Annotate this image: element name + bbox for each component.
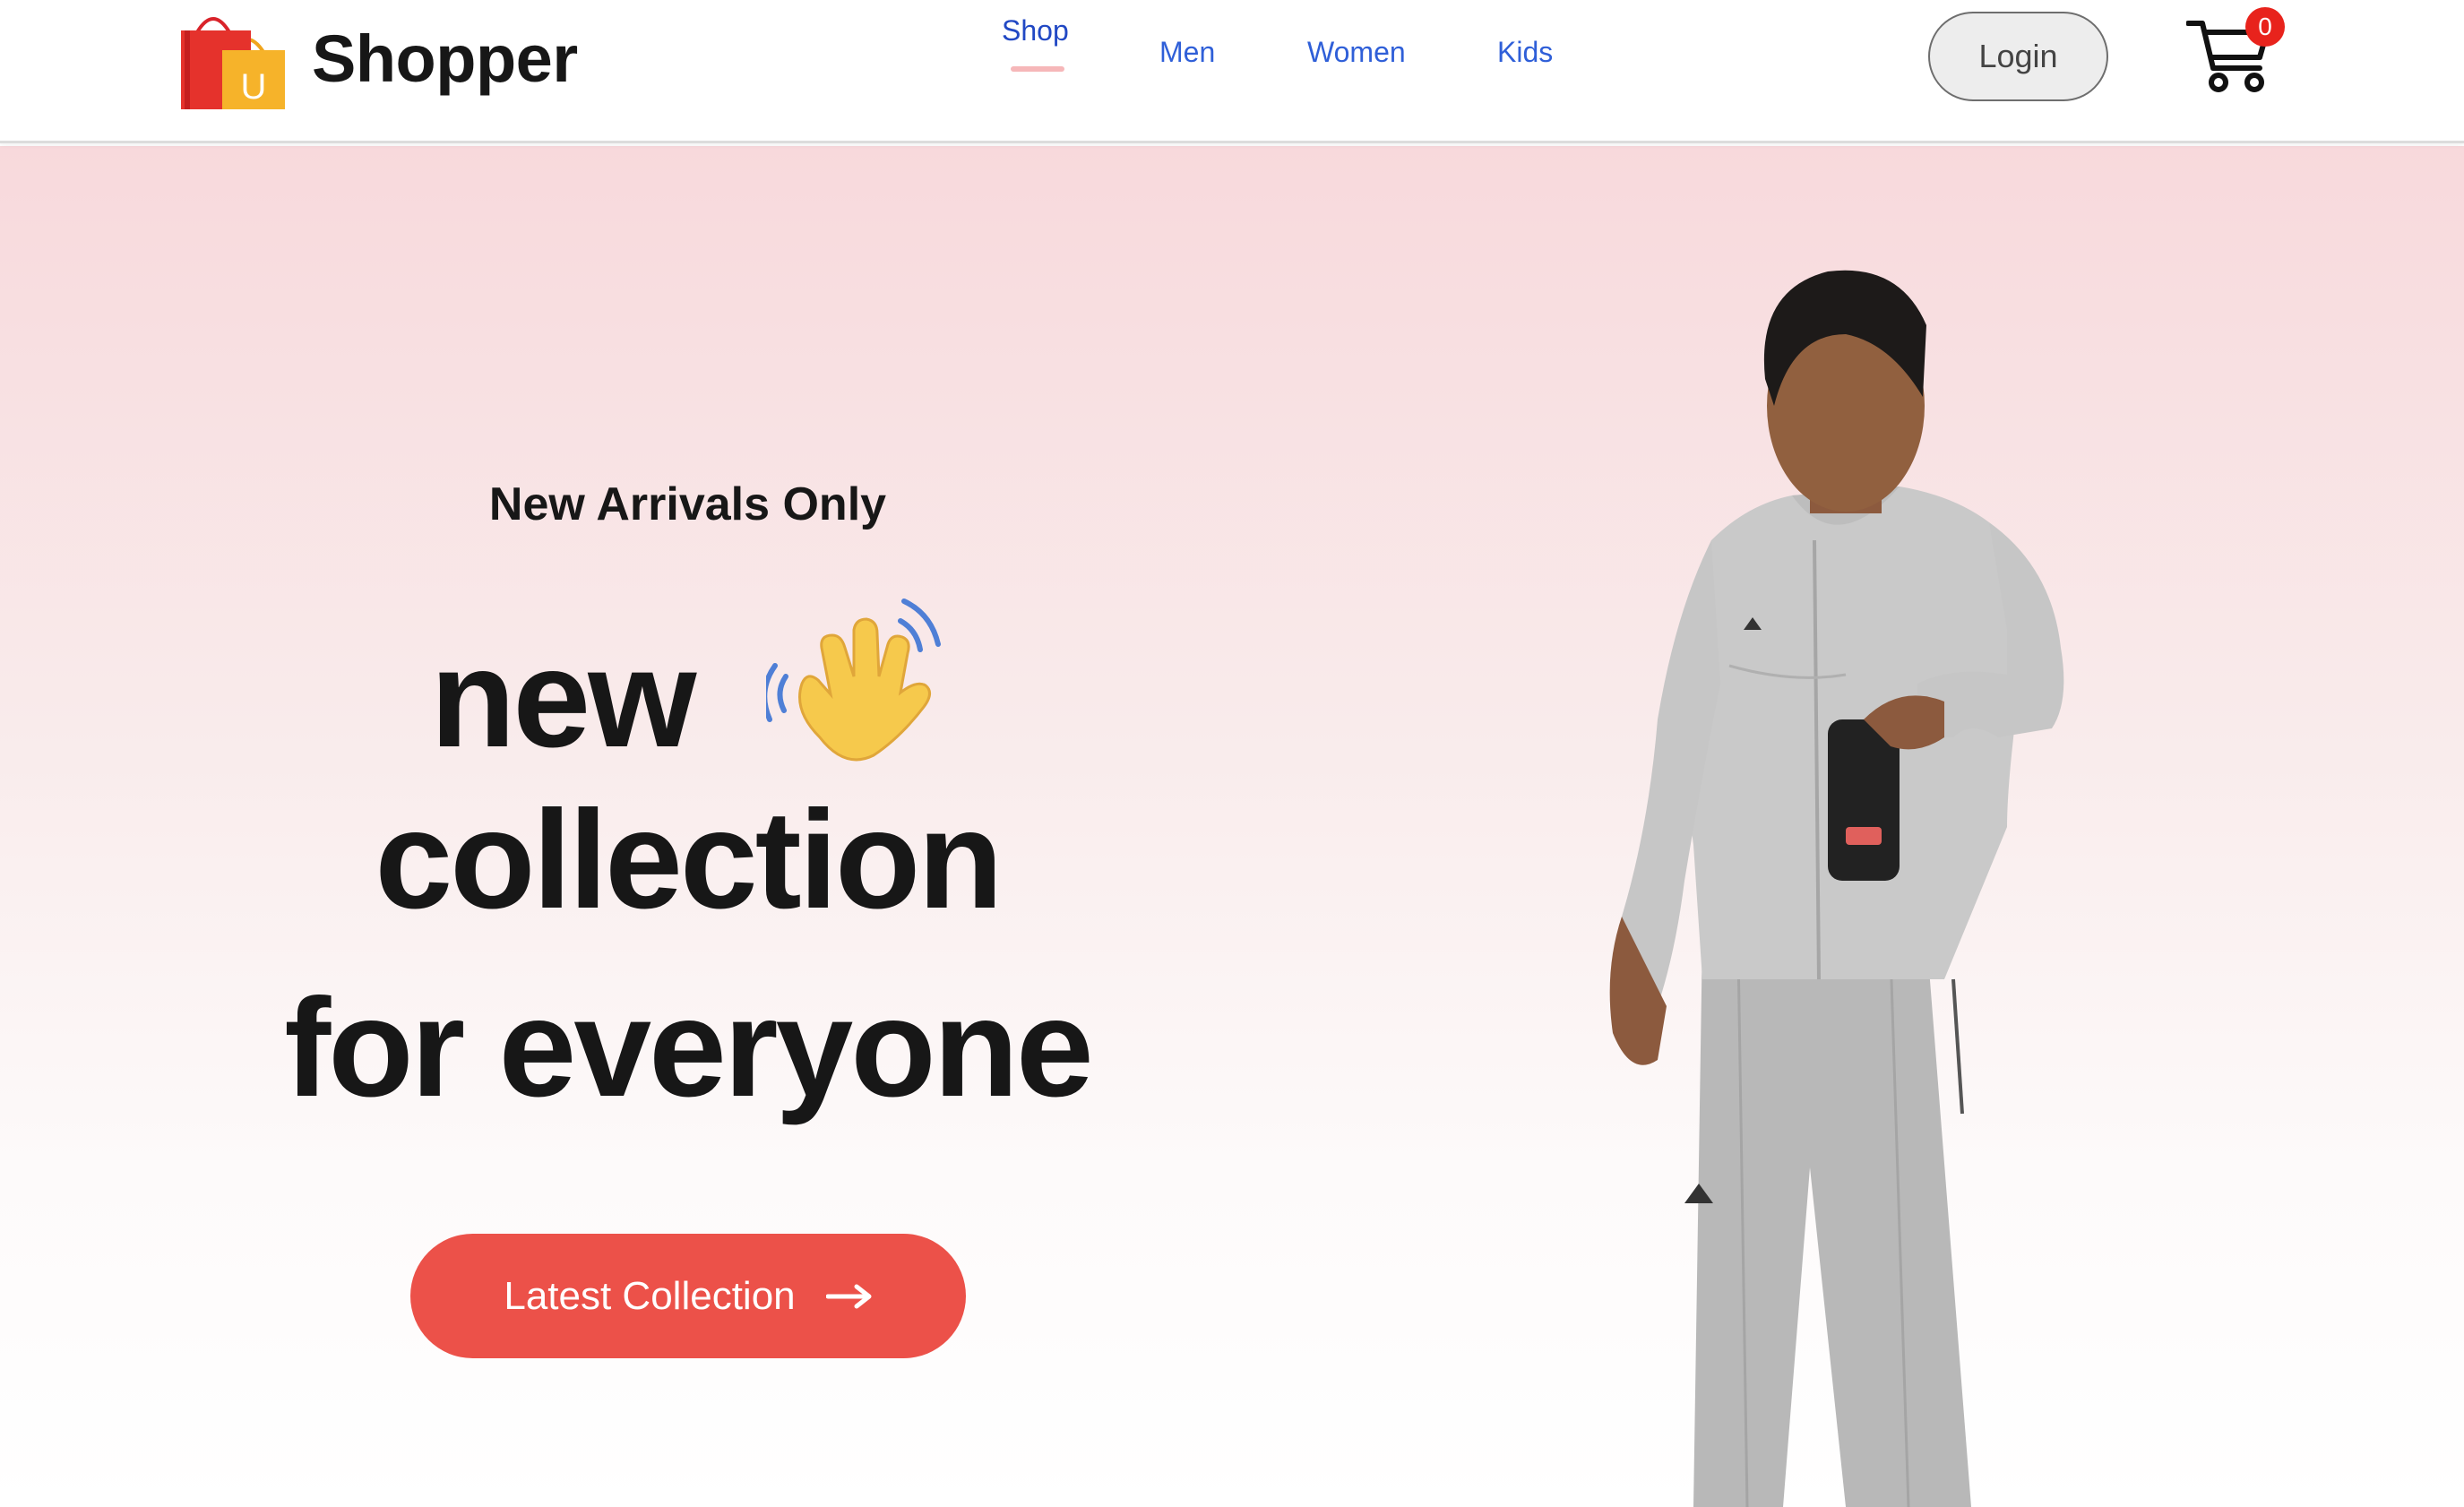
hero-subtitle: New Arrivals Only — [488, 478, 887, 530]
hero-line-1-text: new — [430, 621, 696, 777]
hero-section: New Arrivals Only new collection for eve… — [0, 146, 2464, 1507]
nav-item-men[interactable]: Men — [1159, 36, 1215, 69]
hero-line-2: collection — [375, 782, 1003, 938]
brand-name: Shopper — [312, 21, 578, 96]
svg-text:U: U — [241, 67, 267, 107]
waving-hand-icon — [765, 598, 941, 762]
hero-line-3: for everyone — [284, 970, 1093, 1126]
hero-text: New Arrivals Only new collection for eve… — [0, 146, 1380, 1507]
brand-logo[interactable]: U Shopper — [177, 5, 578, 111]
nav-item-label: Women — [1307, 36, 1406, 68]
cart-count-badge: 0 — [2245, 7, 2285, 47]
shopping-bag-icon: U — [181, 17, 285, 109]
nav-item-label: Men — [1159, 36, 1216, 68]
active-underline — [1011, 66, 1064, 72]
navbar: U Shopper Shop Men Women Kids Login 0 — [0, 0, 2464, 143]
arrow-right-icon — [825, 1284, 872, 1308]
nav-item-label: Kids — [1497, 36, 1554, 68]
nav-item-kids[interactable]: Kids — [1497, 36, 1553, 69]
nav-item-label: Shop — [1002, 14, 1069, 47]
hero-line-1: new — [0, 594, 1375, 779]
login-button[interactable]: Login — [1928, 12, 2108, 101]
nav-item-women[interactable]: Women — [1307, 36, 1406, 69]
hero-model-image — [1609, 270, 2064, 1507]
cta-label: Latest Collection — [504, 1273, 796, 1318]
nav-item-shop[interactable]: Shop — [1002, 14, 1069, 72]
latest-collection-button[interactable]: Latest Collection — [410, 1234, 966, 1358]
